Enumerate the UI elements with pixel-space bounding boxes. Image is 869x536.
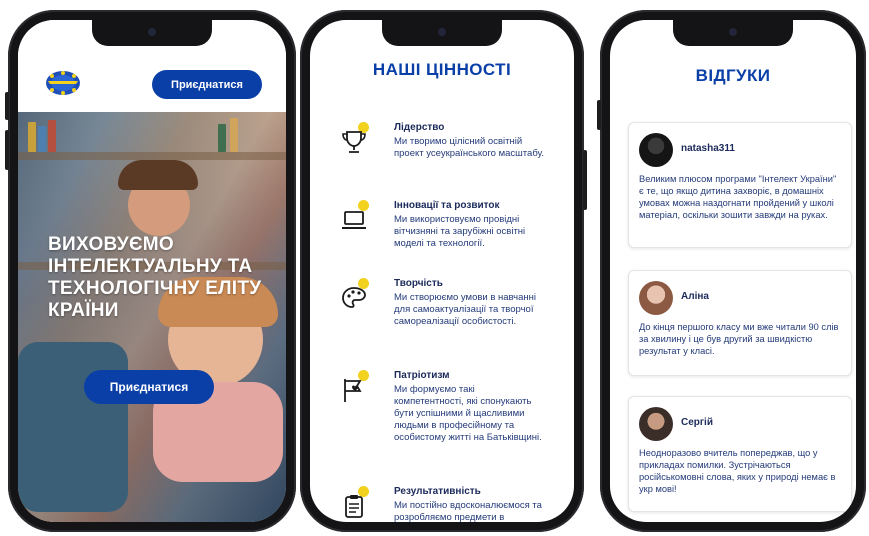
value-title: Інновації та розвиток: [394, 200, 500, 211]
value-text: Ми створюємо умови в навчанні для самоак…: [394, 292, 537, 327]
heart-flag-icon: [344, 379, 362, 402]
phone-volume-button: [5, 130, 9, 170]
home-screen: Приєднатися ВИХОВУЄМО ІНТЕЛЕКТУАЛЬНУ ТА …: [18, 20, 286, 522]
decor-photo-shape: [118, 160, 198, 190]
review-text: Неодноразово вчитель попереджав, що у пр…: [639, 448, 836, 494]
clipboard-icon: [345, 495, 363, 518]
review-author: natasha311: [681, 143, 735, 154]
review-text: Великим плюсом програми "Інтелект Україн…: [639, 174, 837, 220]
hero-title: ВИХОВУЄМО ІНТЕЛЕКТУАЛЬНУ ТА ТЕХНОЛОГІЧНУ…: [48, 234, 262, 321]
review-card: Аліна До кінця першого класу ми вже чита…: [628, 270, 852, 376]
review-author: Сергій: [681, 417, 713, 428]
avatar: [639, 133, 673, 167]
phone-volume-button: [597, 100, 601, 130]
reviews-screen: ВІДГУКИ natasha311 Великим плюсом програ…: [610, 20, 856, 522]
phone-notch: [673, 20, 793, 46]
review-text: До кінця першого класу ми вже читали 90 …: [639, 322, 839, 356]
value-text: Ми формуємо такі компетентності, які спо…: [394, 384, 542, 443]
phone-power-button: [583, 150, 587, 210]
review-card: Сергій Неодноразово вчитель попереджав, …: [628, 396, 852, 512]
phone-notch: [382, 20, 502, 46]
value-text: Ми використовуємо провідні вітчизняні та…: [394, 214, 526, 249]
review-author: Аліна: [681, 291, 709, 302]
reviews-title: ВІДГУКИ: [695, 66, 771, 85]
review-card: natasha311 Великим плюсом програми "Інте…: [628, 122, 852, 248]
decor-shelf: [18, 152, 286, 160]
laptop-icon: [342, 211, 366, 229]
decor-book: [38, 126, 46, 152]
decor-book: [230, 118, 238, 152]
values-screen: НАШІ ЦІННОСТІ Лідерство Ми творимо ціліс…: [310, 20, 574, 522]
palette-icon: [342, 287, 366, 308]
value-title: Лідерство: [394, 122, 445, 133]
values-title: НАШІ ЦІННОСТІ: [372, 60, 512, 79]
value-item: Лідерство Ми творимо цілісний освітній п…: [340, 122, 544, 192]
decor-book: [28, 122, 36, 152]
value-item: Інновації та розвиток Ми використовуємо …: [340, 200, 540, 270]
phone-values: НАШІ ЦІННОСТІ Лідерство Ми творимо ціліс…: [300, 10, 587, 532]
value-text: Ми постійно вдосконалюємося та розробляє…: [394, 500, 542, 522]
avatar: [639, 281, 673, 315]
decor-book: [218, 124, 226, 152]
phone-reviews: ВІДГУКИ natasha311 Великим плюсом програ…: [597, 10, 866, 532]
value-item: Патріотизм Ми формуємо такі компетентнос…: [340, 370, 542, 470]
join-button-header[interactable]: Приєднатися: [152, 70, 262, 99]
value-text: Ми творимо цілісний освітній проект усеу…: [394, 136, 544, 159]
hero-banner: ВИХОВУЄМО ІНТЕЛЕКТУАЛЬНУ ТА ТЕХНОЛОГІЧНУ…: [18, 112, 286, 522]
value-title: Творчість: [394, 278, 443, 289]
phone-volume-button: [5, 92, 9, 120]
join-button-hero[interactable]: Приєднатися: [84, 370, 214, 404]
decor-book: [48, 120, 56, 152]
value-title: Патріотизм: [394, 370, 450, 381]
school-logo-icon[interactable]: [44, 69, 82, 97]
phone-home: Приєднатися ВИХОВУЄМО ІНТЕЛЕКТУАЛЬНУ ТА …: [5, 10, 296, 532]
value-item: Результативність Ми постійно вдосконалює…: [340, 486, 542, 522]
avatar: [639, 407, 673, 441]
value-title: Результативність: [394, 486, 481, 497]
decor-photo-shape: [18, 342, 128, 512]
phone-notch: [92, 20, 212, 46]
trophy-icon: [342, 131, 366, 153]
value-item: Творчість Ми створюємо умови в навчанні …: [340, 278, 540, 358]
